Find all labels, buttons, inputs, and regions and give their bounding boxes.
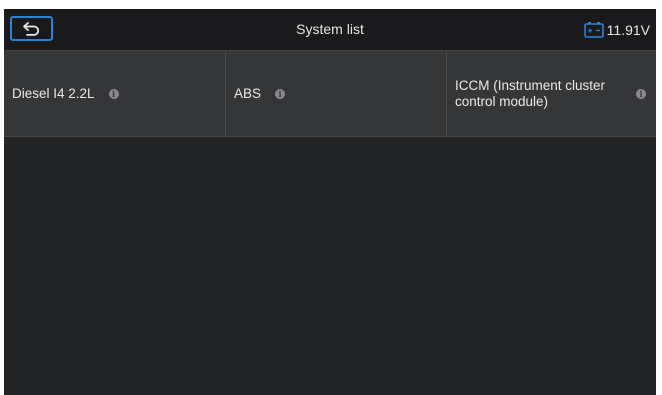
- info-icon[interactable]: i: [275, 88, 286, 99]
- battery-voltage: 11.91V: [606, 21, 650, 38]
- system-item-abs[interactable]: ABS i: [225, 51, 446, 136]
- system-item-iccm[interactable]: ICCM (Instrument cluster control module)…: [446, 51, 656, 136]
- page-title: System list: [296, 21, 364, 37]
- system-item-label: ABS: [234, 85, 262, 101]
- system-item-label: ICCM (Instrument cluster control module): [455, 77, 606, 109]
- battery-icon: [583, 22, 604, 38]
- system-list: Diesel I4 2.2L i ABS i ICCM (Instrument …: [4, 51, 656, 137]
- info-icon[interactable]: i: [108, 88, 119, 99]
- system-item-label: Diesel I4 2.2L: [12, 85, 95, 101]
- top-bar: System list 11.91V: [4, 9, 656, 51]
- battery-status: 11.91V: [583, 9, 650, 50]
- app-screen: System list 11.91V Diesel I4 2.2L i ABS …: [4, 9, 656, 395]
- info-icon[interactable]: i: [636, 88, 646, 99]
- system-item-diesel[interactable]: Diesel I4 2.2L i: [4, 51, 225, 136]
